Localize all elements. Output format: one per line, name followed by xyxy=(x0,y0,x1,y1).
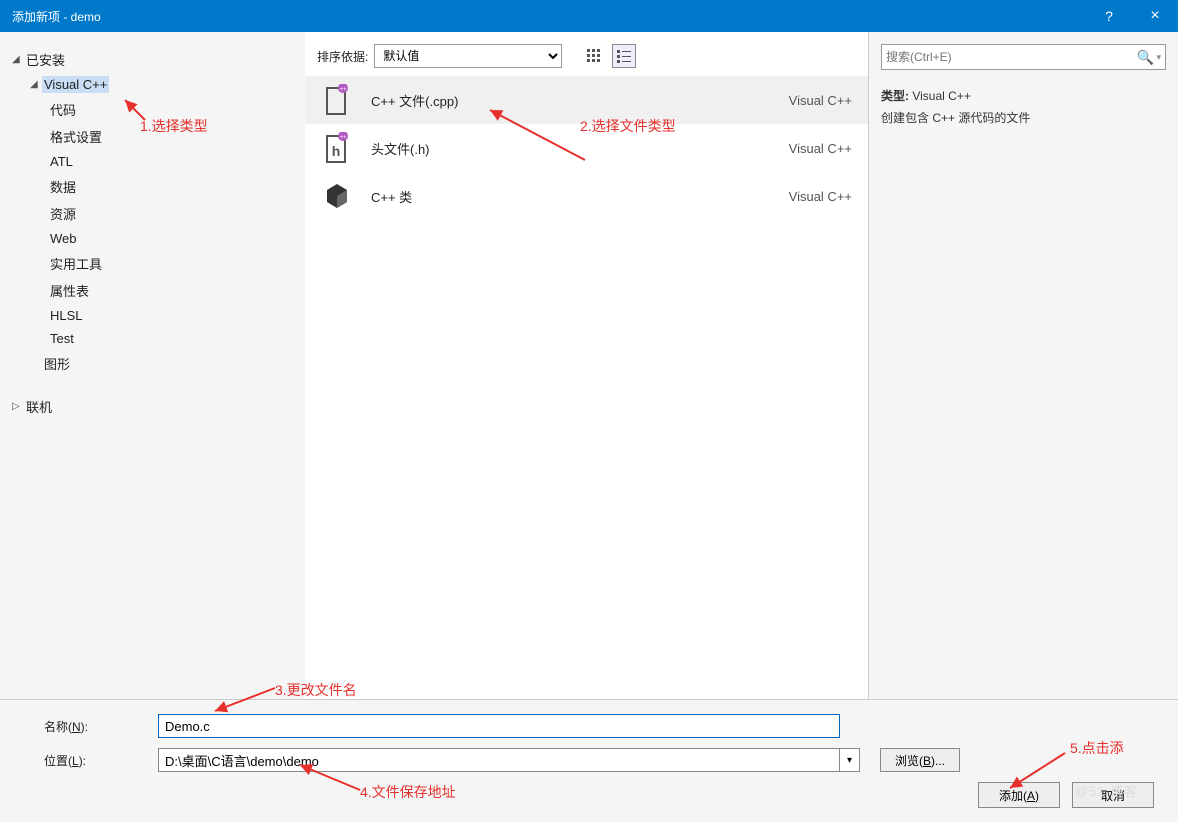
template-name: C++ 类 xyxy=(371,187,789,206)
chevron-right-icon: ▷ xyxy=(12,401,24,412)
svg-text:++: ++ xyxy=(339,87,347,93)
tree-props[interactable]: 属性表 xyxy=(8,277,297,304)
view-list-button[interactable] xyxy=(612,44,636,68)
info-block: 类型: Visual C++ 创建包含 C++ 源代码的文件 xyxy=(881,86,1166,129)
info-type-value: Visual C++ xyxy=(912,89,970,103)
bottom-form: 名称(N): 位置(L): ▾ 浏览(B)... 添加(A) 取消 xyxy=(0,700,1178,822)
info-type-label: 类型: xyxy=(881,89,909,103)
tree-format[interactable]: 格式设置 xyxy=(8,123,297,150)
template-list: ++ C++ 文件(.cpp) Visual C++ h ++ 头文件(.h) V… xyxy=(305,76,868,220)
location-dropdown[interactable]: ▾ xyxy=(840,748,860,772)
tree-test[interactable]: Test xyxy=(8,327,297,350)
search-box[interactable]: 🔍 ▾ xyxy=(881,44,1166,70)
cpp-file-icon: ++ xyxy=(321,84,353,116)
search-input[interactable] xyxy=(886,46,1136,68)
svg-text:++: ++ xyxy=(339,135,347,141)
template-header-file[interactable]: h ++ 头文件(.h) Visual C++ xyxy=(305,124,868,172)
header-file-icon: h ++ xyxy=(321,132,353,164)
template-lang: Visual C++ xyxy=(789,141,852,156)
tree-hlsl[interactable]: HLSL xyxy=(8,304,297,327)
tree-code[interactable]: 代码 xyxy=(8,96,297,123)
window-title: 添加新项 - demo xyxy=(12,8,1086,25)
right-panel: 🔍 ▾ 类型: Visual C++ 创建包含 C++ 源代码的文件 xyxy=(868,32,1178,699)
tree-visual-cpp-label: Visual C++ xyxy=(42,76,109,93)
watermark: @51 博客 xyxy=(1075,781,1138,800)
grid-icon xyxy=(587,49,601,63)
location-label: 位置(L): xyxy=(18,752,158,769)
search-icon[interactable]: 🔍 xyxy=(1136,49,1154,66)
view-grid-button[interactable] xyxy=(582,44,606,68)
tree-web[interactable]: Web xyxy=(8,227,297,250)
info-desc: 创建包含 C++ 源代码的文件 xyxy=(881,108,1166,130)
template-panel: 排序依据: 默认值 ++ C++ 文件(.cpp) Visual C++ xyxy=(305,32,868,699)
list-icon xyxy=(617,49,631,63)
tree-resource[interactable]: 资源 xyxy=(8,200,297,227)
sort-label: 排序依据: xyxy=(317,48,368,65)
close-button[interactable]: × xyxy=(1132,0,1178,32)
tree-visual-cpp[interactable]: ◢ Visual C++ xyxy=(8,73,297,96)
svg-text:h: h xyxy=(332,143,341,159)
tree-installed-label: 已安装 xyxy=(24,49,67,70)
help-button[interactable]: ? xyxy=(1086,0,1132,32)
template-lang: Visual C++ xyxy=(789,93,852,108)
add-button[interactable]: 添加(A) xyxy=(978,782,1060,808)
name-label: 名称(N): xyxy=(18,718,158,735)
tree-installed[interactable]: ◢ 已安装 xyxy=(8,46,297,73)
class-icon xyxy=(321,180,353,212)
tree-data[interactable]: 数据 xyxy=(8,173,297,200)
sidebar: ◢ 已安装 ◢ Visual C++ 代码 格式设置 ATL 数据 资源 Web… xyxy=(0,32,305,699)
template-name: 头文件(.h) xyxy=(371,139,789,158)
tree-online[interactable]: ▷ 联机 xyxy=(8,393,297,420)
sort-row: 排序依据: 默认值 xyxy=(305,44,868,76)
browse-button[interactable]: 浏览(B)... xyxy=(880,748,960,772)
tree-graphics[interactable]: 图形 xyxy=(8,350,297,377)
name-input[interactable] xyxy=(158,714,840,738)
content-area: ◢ 已安装 ◢ Visual C++ 代码 格式设置 ATL 数据 资源 Web… xyxy=(0,32,1178,700)
sort-select[interactable]: 默认值 xyxy=(374,44,562,68)
chevron-down-icon: ◢ xyxy=(30,79,42,90)
location-input[interactable] xyxy=(158,748,840,772)
chevron-down-icon: ◢ xyxy=(12,54,24,65)
tree-atl[interactable]: ATL xyxy=(8,150,297,173)
template-cpp-file[interactable]: ++ C++ 文件(.cpp) Visual C++ xyxy=(305,76,868,124)
titlebar: 添加新项 - demo ? × xyxy=(0,0,1178,32)
template-name: C++ 文件(.cpp) xyxy=(371,91,789,110)
tree-online-label: 联机 xyxy=(24,396,54,417)
tree-util[interactable]: 实用工具 xyxy=(8,250,297,277)
template-lang: Visual C++ xyxy=(789,189,852,204)
template-cpp-class[interactable]: C++ 类 Visual C++ xyxy=(305,172,868,220)
